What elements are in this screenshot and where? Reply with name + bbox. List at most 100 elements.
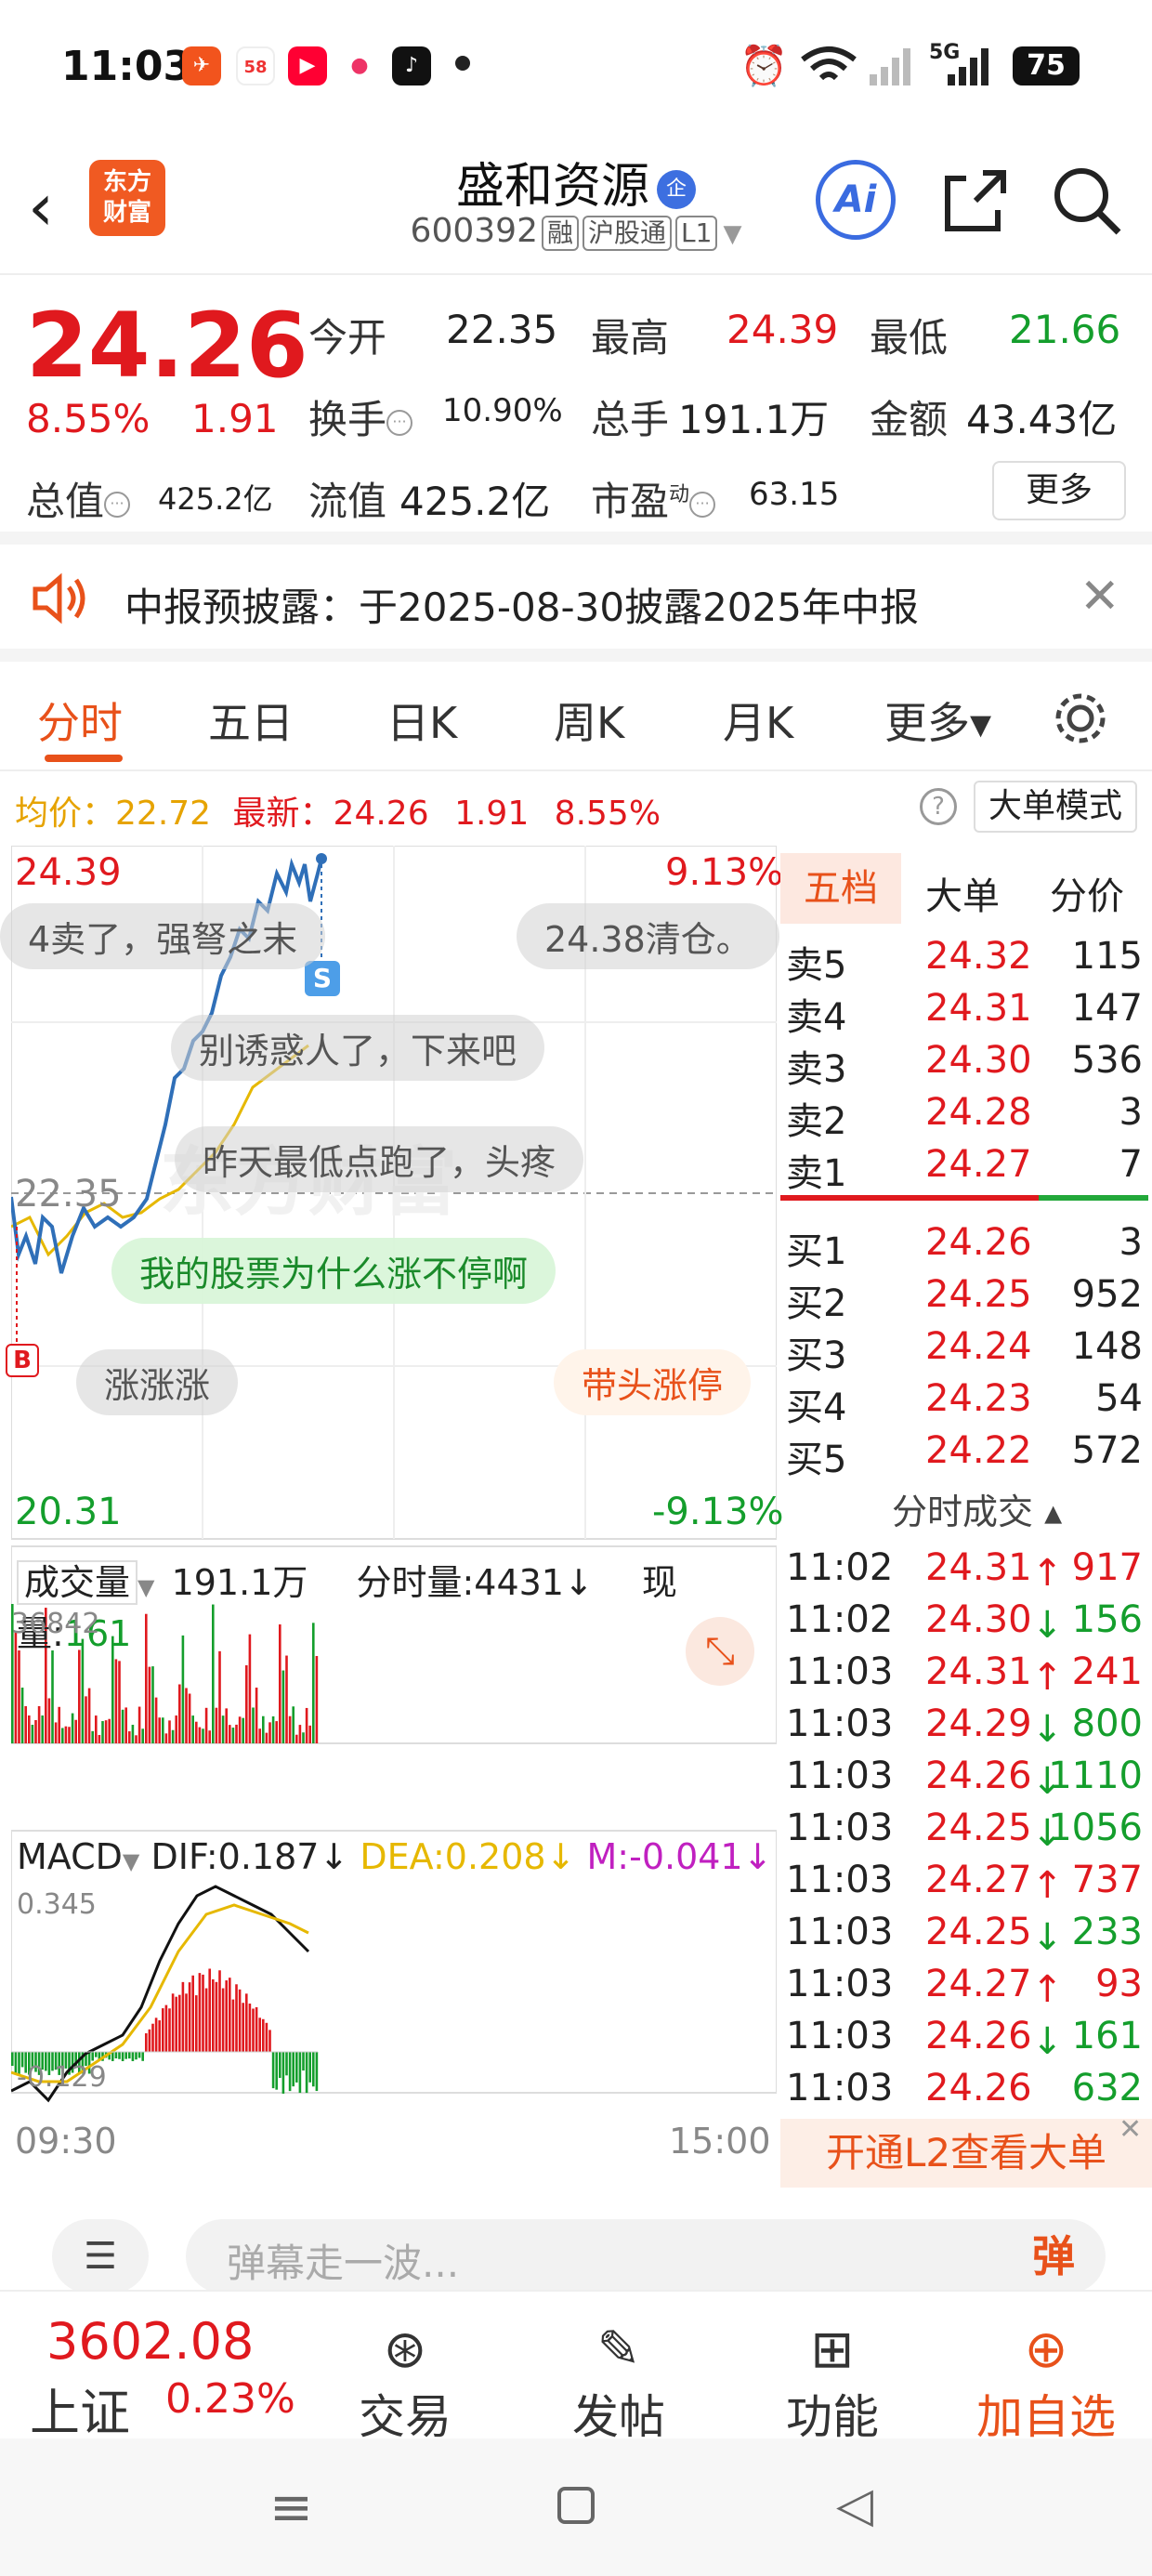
big-order-mode-button[interactable]: 大单模式: [974, 781, 1137, 833]
tick-row[interactable]: 11:03 24.25 ↓ 1056: [786, 1801, 1145, 1855]
ask-row[interactable]: 卖5 24.32 115: [786, 929, 1145, 987]
danmu-item[interactable]: 涨涨涨: [76, 1349, 239, 1415]
signal-icon-2: [948, 48, 988, 85]
danmu-input[interactable]: 弹幕走一波...: [186, 2219, 1106, 2293]
tick-row[interactable]: 11:03 24.26 ↓ 161: [786, 2009, 1145, 2063]
index-value[interactable]: 3602.08: [46, 2312, 254, 2371]
volume-bar: [91, 1730, 94, 1743]
tab-big-order[interactable]: 大单: [925, 866, 1000, 920]
macd-selector[interactable]: MACD: [17, 1836, 123, 1877]
tick-row[interactable]: 11:03 24.25 ↓ 233: [786, 1905, 1145, 1959]
macd-bar: [302, 2052, 305, 2071]
bid-row[interactable]: 买5 24.22 572: [786, 1424, 1145, 1481]
tab-weekly-k[interactable]: 周K: [554, 690, 624, 751]
search-icon[interactable]: [1050, 164, 1124, 238]
tab-fenshi[interactable]: 分时: [37, 690, 123, 751]
volume-bar: [128, 1731, 131, 1743]
tick-row[interactable]: 11:03 24.26 ↓ 1110: [786, 1749, 1145, 1803]
avg-value: 22.72: [115, 795, 212, 833]
volume-bar: [61, 1728, 64, 1743]
row-price: 24.26 ↓: [925, 1755, 1064, 1803]
tick-row[interactable]: 11:03 24.27 ↑ 93: [786, 1957, 1145, 2011]
tick-row[interactable]: 11:03 24.27 ↑ 737: [786, 1853, 1145, 1907]
row-price: 24.27 ↑: [925, 1963, 1064, 2011]
ask-row[interactable]: 卖3 24.30 536: [786, 1033, 1145, 1091]
tick-row[interactable]: 11:03 24.29 ↓ 800: [786, 1697, 1145, 1751]
info-dots-icon[interactable]: ···: [689, 491, 716, 518]
mktcap-label-text: 总值: [26, 479, 105, 524]
tick-row[interactable]: 11:03 24.31 ↑ 241: [786, 1645, 1145, 1699]
open-l2-banner[interactable]: 开通L2查看大单: [780, 2119, 1152, 2188]
menu-icon[interactable]: ≡: [269, 2477, 313, 2538]
info-dots-icon[interactable]: ···: [386, 409, 413, 436]
macd-bar: [168, 2008, 171, 2052]
tab-five-day[interactable]: 五日: [208, 690, 294, 751]
close-icon[interactable]: ✕: [1080, 569, 1120, 624]
bid-row[interactable]: 买1 24.26 3: [786, 1216, 1145, 1273]
macd-bar: [255, 2006, 258, 2052]
add-watchlist-button[interactable]: ⊕ 加自选: [972, 2320, 1120, 2447]
open-label: 今开: [308, 315, 387, 361]
info-dots-icon[interactable]: ···: [104, 491, 131, 518]
tab-more[interactable]: 更多▾: [884, 690, 991, 751]
volume-bar: [238, 1716, 242, 1743]
trade-button[interactable]: ⊛ 交易: [331, 2320, 479, 2447]
tab-daily-k[interactable]: 日K: [386, 690, 457, 751]
danmu-item[interactable]: 我的股票为什么涨不停啊: [111, 1238, 556, 1304]
macd-bar: [195, 1995, 198, 2052]
sell-marker[interactable]: S: [305, 961, 340, 996]
index-name[interactable]: 上证: [30, 2372, 130, 2445]
volume-bar: [271, 1715, 275, 1743]
volume-bar: [204, 1707, 208, 1743]
post-button[interactable]: ✎ 发帖: [544, 2320, 693, 2447]
bid-row[interactable]: 买4 24.23 54: [786, 1372, 1145, 1429]
expand-icon[interactable]: ⤡: [686, 1617, 754, 1686]
tab-five-level[interactable]: 五档: [780, 853, 901, 924]
tab-monthly-k[interactable]: 月K: [723, 690, 793, 751]
volume-bar: [245, 1665, 248, 1743]
macd-bar: [131, 2052, 135, 2061]
status-bar: 11:03 ✈ 58 ▶ ● ♪ ⏰ 5G 75: [0, 0, 1152, 138]
tick-row[interactable]: 11:03 24.26 632: [786, 2061, 1145, 2113]
home-icon[interactable]: [557, 2487, 595, 2524]
danmu-item[interactable]: 昨天最低点跑了，头疼: [175, 1126, 584, 1192]
close-icon[interactable]: ✕: [1119, 2113, 1142, 2146]
volume-bar: [31, 1725, 34, 1743]
row-price: 24.26 ↓: [925, 2015, 1064, 2063]
danmu-list-icon[interactable]: ☰: [52, 2219, 149, 2293]
more-button[interactable]: 更多: [992, 461, 1126, 520]
row-price: 24.27: [925, 1143, 1032, 1186]
latest-label: 最新：: [232, 795, 334, 833]
volume-selector[interactable]: 成交量: [17, 1560, 138, 1605]
row-price: 24.23: [925, 1377, 1032, 1420]
ai-assistant-button[interactable]: Ai: [816, 160, 896, 240]
notice-bar[interactable]: 中报预披露：于2025-08-30披露2025年中报 ✕: [0, 545, 1152, 662]
tab-price-dist[interactable]: 分价: [1050, 866, 1124, 920]
settings-gear-icon[interactable]: [1050, 688, 1111, 749]
danmu-item[interactable]: 4卖了，强弩之末: [0, 903, 326, 969]
system-navbar: ≡ ◁: [0, 2438, 1152, 2576]
danmu-item[interactable]: 带头涨停: [554, 1349, 752, 1415]
ask-row[interactable]: 卖1 24.27 7: [786, 1137, 1145, 1195]
tick-row[interactable]: 11:02 24.31 ↑ 917: [786, 1541, 1145, 1595]
intraday-chart[interactable]: 东方财富 24.39 9.13% 22.35 20.31 -9.13% S B …: [0, 845, 784, 2188]
ask-row[interactable]: 卖4 24.31 147: [786, 981, 1145, 1039]
volume-bar: [74, 1719, 77, 1743]
macd-bar: [202, 1974, 204, 2052]
volume-bar: [148, 1666, 151, 1743]
back-nav-icon[interactable]: ◁: [836, 2477, 873, 2533]
ticks-title[interactable]: 分时成交 ▴: [892, 1483, 1062, 1534]
danmu-toggle-button[interactable]: 弹: [1016, 2219, 1091, 2293]
danmu-item[interactable]: 24.38清仓。: [517, 903, 779, 969]
buy-marker[interactable]: B: [6, 1344, 39, 1377]
share-icon[interactable]: [938, 164, 1013, 238]
help-icon[interactable]: ?: [920, 788, 957, 825]
latest-pct: 8.55%: [554, 795, 661, 833]
bid-row[interactable]: 买3 24.24 148: [786, 1320, 1145, 1377]
function-button[interactable]: ⊞ 功能: [758, 2320, 907, 2447]
danmu-item[interactable]: 别诱惑人了，下来吧: [171, 1015, 545, 1081]
tick-row[interactable]: 11:02 24.30 ↓ 156: [786, 1593, 1145, 1647]
bid-row[interactable]: 买2 24.25 952: [786, 1268, 1145, 1325]
ask-row[interactable]: 卖2 24.28 3: [786, 1085, 1145, 1143]
macd-m: M:-0.041↓: [586, 1836, 773, 1877]
